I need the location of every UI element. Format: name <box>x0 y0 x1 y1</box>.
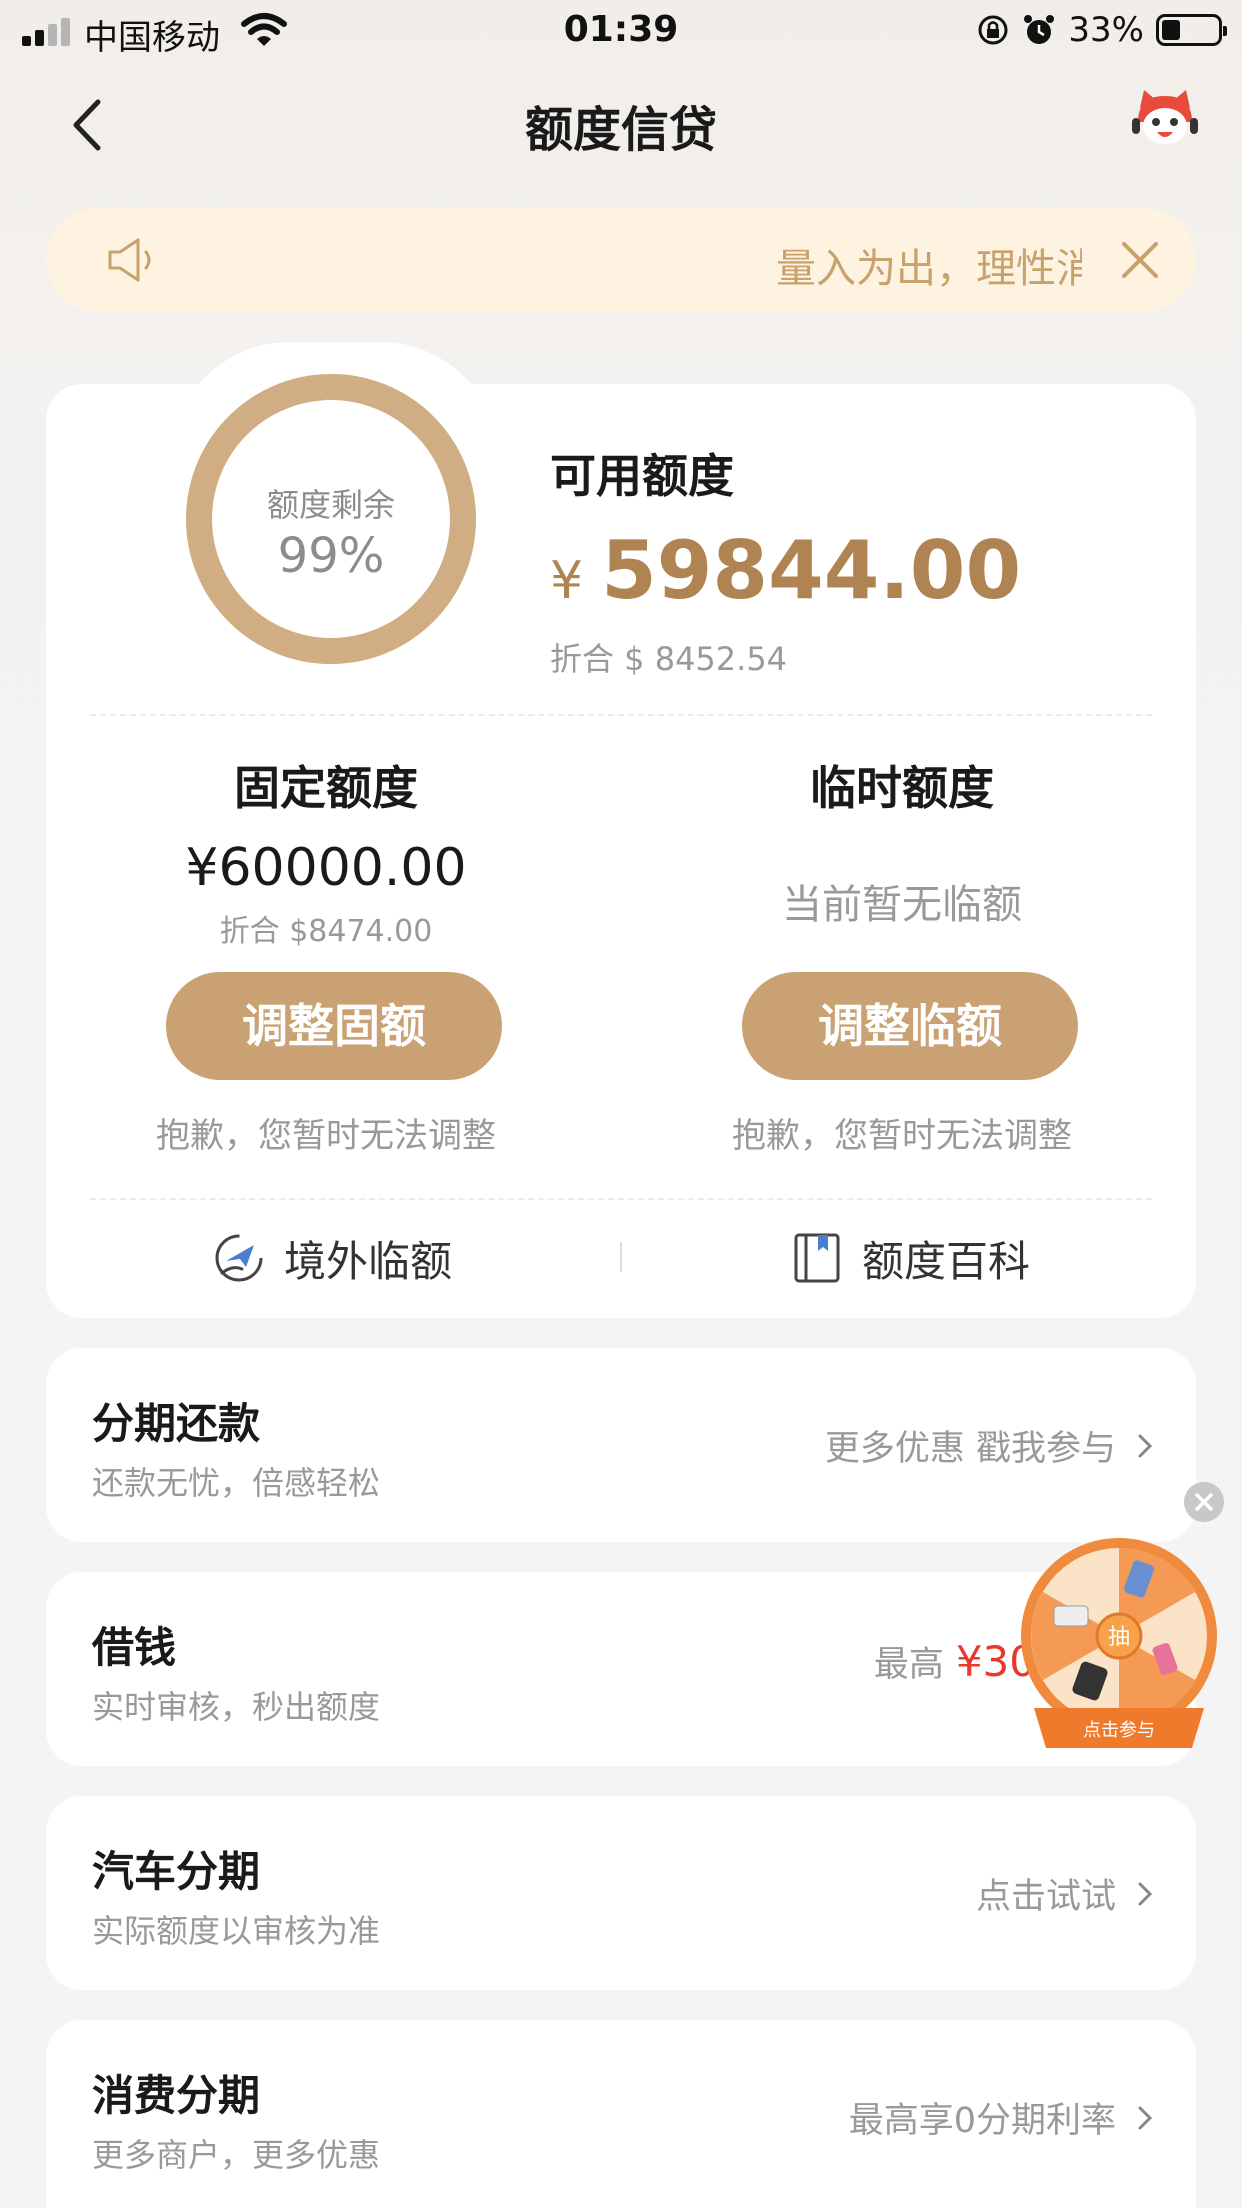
battery-percent: 33% <box>1068 10 1144 50</box>
list-item-title: 消费分期 <box>92 2071 261 2120</box>
speaker-icon <box>108 238 151 282</box>
encyclopedia-label: 额度百科 <box>862 1236 1031 1286</box>
divider <box>90 714 1152 716</box>
list-item-promo: 最高 ¥30 <box>874 1636 1036 1687</box>
available-converted: 折合 $ 8452.54 <box>550 640 788 678</box>
list-item-title: 借钱 <box>92 1623 177 1672</box>
lucky-wheel-widget[interactable]: 抽 点击参与 <box>1016 1536 1222 1760</box>
temporary-column: 临时额度 <box>622 752 1182 818</box>
temporary-title: 临时额度 <box>810 761 994 815</box>
list-item-promo: 点击试试 <box>975 1877 1116 1917</box>
battery-icon <box>1156 14 1227 46</box>
page-title: 额度信贷 <box>524 102 717 158</box>
overseas-label: 境外临额 <box>284 1236 453 1286</box>
plane-globe-icon <box>215 1234 263 1282</box>
installment-repay-card[interactable]: 分期还款 还款无忧，倍感轻松 更多优惠 戳我参与 <box>46 1348 1196 1542</box>
list-item-subtitle: 实时审核，秒出额度 <box>92 1688 381 1726</box>
fixed-amount: ¥60000.00 <box>185 838 467 898</box>
temporary-status: 当前暂无临额 <box>782 882 1022 928</box>
close-icon[interactable] <box>1118 238 1162 282</box>
alarm-icon <box>1024 15 1055 44</box>
book-icon <box>794 1233 840 1283</box>
list-item-subtitle: 更多商户，更多优惠 <box>92 2136 381 2174</box>
chevron-right-icon <box>1138 2106 1153 2130</box>
car-installment-card[interactable]: 汽车分期 实际额度以审核为准 点击试试 <box>46 1796 1196 1990</box>
currency-symbol: ¥ <box>550 551 584 611</box>
close-icon[interactable] <box>1184 1482 1224 1522</box>
credit-card: 额度剩余 99% 可用额度 ¥59844.00 折合 $ 8452.54 固定额… <box>46 374 1196 1318</box>
separator <box>620 1242 622 1272</box>
consumer-installment-card[interactable]: 消费分期 更多商户，更多优惠 最高享0分期利率 <box>46 2020 1196 2208</box>
status-bar: 中国移动 01:39 33% <box>0 0 1242 62</box>
temporary-note: 抱歉，您暂时无法调整 <box>732 1116 1072 1156</box>
adjust-fixed-button[interactable]: 调整固额 <box>166 972 502 1080</box>
fixed-column: 固定额度 <box>46 752 606 818</box>
overseas-temp-link[interactable]: 境外临额 <box>212 1222 452 1294</box>
wheel-join-button: 点击参与 <box>1083 1720 1155 1741</box>
list-item-title: 分期还款 <box>92 1399 261 1448</box>
credit-encyclopedia-link[interactable]: 额度百科 <box>790 1222 1030 1294</box>
list-item-subtitle: 实际额度以审核为准 <box>92 1912 381 1950</box>
divider <box>90 1198 1152 1200</box>
fixed-converted: 折合 $8474.00 <box>219 914 433 949</box>
notice-bar: 量入为出，理性消 <box>46 208 1196 312</box>
notice-text: 量入为出，理性消 <box>776 246 1082 292</box>
adjust-temporary-button[interactable]: 调整临额 <box>742 972 1078 1080</box>
chevron-right-icon <box>1138 1882 1153 1906</box>
max-prefix: 最高 <box>873 1645 944 1685</box>
ring-label: 额度剩余 <box>266 486 395 524</box>
customer-service-mascot-icon[interactable] <box>1130 86 1200 154</box>
list-item-promo: 最高享0分期利率 <box>848 2101 1116 2141</box>
available-amount-value: 59844.00 <box>601 524 1022 617</box>
rotation-lock-icon <box>978 15 1008 45</box>
available-amount: ¥59844.00 <box>550 524 1021 617</box>
list-item-promo: 更多优惠 戳我参与 <box>824 1429 1116 1469</box>
status-right: 33% <box>976 10 1227 50</box>
available-label: 可用额度 <box>550 449 734 503</box>
ring-value: 99% <box>277 528 385 584</box>
chevron-right-icon <box>1138 1434 1153 1458</box>
wheel-center-label: 抽 <box>1108 1625 1130 1650</box>
list-item-title: 汽车分期 <box>92 1847 261 1896</box>
nav-bar: 额度信贷 <box>0 80 1242 160</box>
list-item-subtitle: 还款无忧，倍感轻松 <box>92 1464 381 1502</box>
fixed-note: 抱歉，您暂时无法调整 <box>156 1116 496 1156</box>
fixed-title: 固定额度 <box>234 761 418 815</box>
